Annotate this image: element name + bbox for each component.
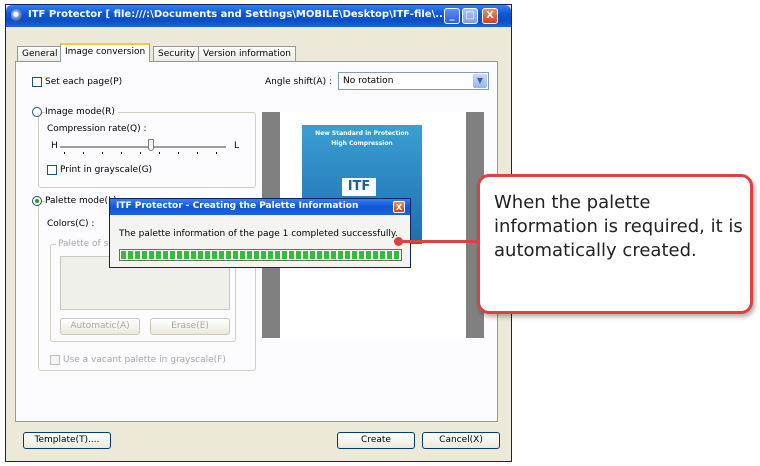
slider-tick — [102, 152, 103, 154]
palette-progress-dialog: ITF Protector - Creating the Palette Inf… — [109, 198, 411, 268]
create-button[interactable]: Create — [337, 432, 415, 449]
tab-general[interactable]: General — [17, 46, 63, 61]
angle-shift-select[interactable]: No rotation ▼ — [338, 72, 489, 90]
dialog-close-button[interactable]: X — [393, 201, 405, 213]
image-mode-label: Image mode(R) — [45, 107, 118, 117]
erase-button[interactable]: Erase(E) — [150, 318, 230, 335]
callout-pointer-dot — [394, 237, 403, 246]
slider-tick — [121, 152, 122, 154]
template-button[interactable]: Template(T).... — [23, 432, 111, 449]
vacant-palette-label: Use a vacant palette in grayscale(F) — [63, 355, 226, 365]
title-bar[interactable]: ITF Protector [ file:///:\Documents and … — [6, 5, 511, 27]
minimize-button[interactable]: _ — [444, 8, 460, 24]
progress-bar — [119, 249, 402, 261]
image-mode-radio[interactable] — [32, 107, 42, 117]
callout-text: When the palette information is required… — [494, 192, 743, 261]
compression-slider-thumb[interactable] — [148, 139, 155, 151]
vacant-palette-checkbox[interactable] — [50, 355, 60, 365]
grayscale-checkbox[interactable] — [47, 165, 57, 175]
tab-image-conversion[interactable]: Image conversion — [60, 43, 151, 62]
palette-specific-label: Palette of sp — [56, 239, 116, 249]
callout-box: When the palette information is required… — [477, 174, 753, 314]
set-each-page-label: Set each page(P) — [45, 77, 123, 87]
close-button[interactable]: X — [482, 8, 498, 24]
compression-slider-track[interactable] — [60, 146, 226, 149]
slider-tick — [140, 152, 141, 154]
shield-app-icon — [11, 9, 23, 22]
slider-tick — [178, 152, 179, 154]
maximize-button[interactable]: □ — [462, 8, 478, 24]
grayscale-label: Print in grayscale(G) — [60, 165, 153, 175]
slider-tick — [159, 152, 160, 154]
tab-version-information[interactable]: Version information — [198, 46, 296, 61]
angle-shift-label: Angle shift(A) : — [265, 77, 332, 87]
automatic-button[interactable]: Automatic(A) — [60, 318, 140, 335]
preview-logo: ITF — [342, 178, 376, 196]
slider-tick — [83, 152, 84, 154]
slider-tick — [197, 152, 198, 154]
dialog-message: The palette information of the page 1 co… — [119, 229, 398, 239]
colors-label: Colors(C) : — [47, 219, 95, 229]
slider-tick — [64, 152, 65, 154]
compression-low-label: L — [234, 141, 240, 151]
progress-bar-fill — [121, 251, 400, 259]
tab-security[interactable]: Security — [153, 46, 200, 61]
preview-heading2: High Compression — [331, 140, 393, 147]
set-each-page-checkbox[interactable] — [32, 77, 42, 87]
compression-rate-label: Compression rate(Q) : — [47, 124, 147, 134]
chevron-down-icon[interactable]: ▼ — [473, 74, 487, 88]
window-title: ITF Protector [ file:///:\Documents and … — [28, 9, 447, 20]
callout-pointer-line — [400, 240, 480, 243]
dialog-title: ITF Protector - Creating the Palette Inf… — [116, 201, 359, 211]
cancel-button[interactable]: Cancel(X) — [422, 432, 500, 449]
preview-heading1: New Standard in Protection — [315, 130, 409, 137]
palette-mode-radio[interactable] — [32, 196, 42, 206]
angle-shift-value: No rotation — [343, 76, 394, 86]
slider-tick — [216, 152, 217, 154]
dialog-title-bar[interactable]: ITF Protector - Creating the Palette Inf… — [110, 199, 410, 215]
compression-high-label: H — [51, 141, 58, 151]
